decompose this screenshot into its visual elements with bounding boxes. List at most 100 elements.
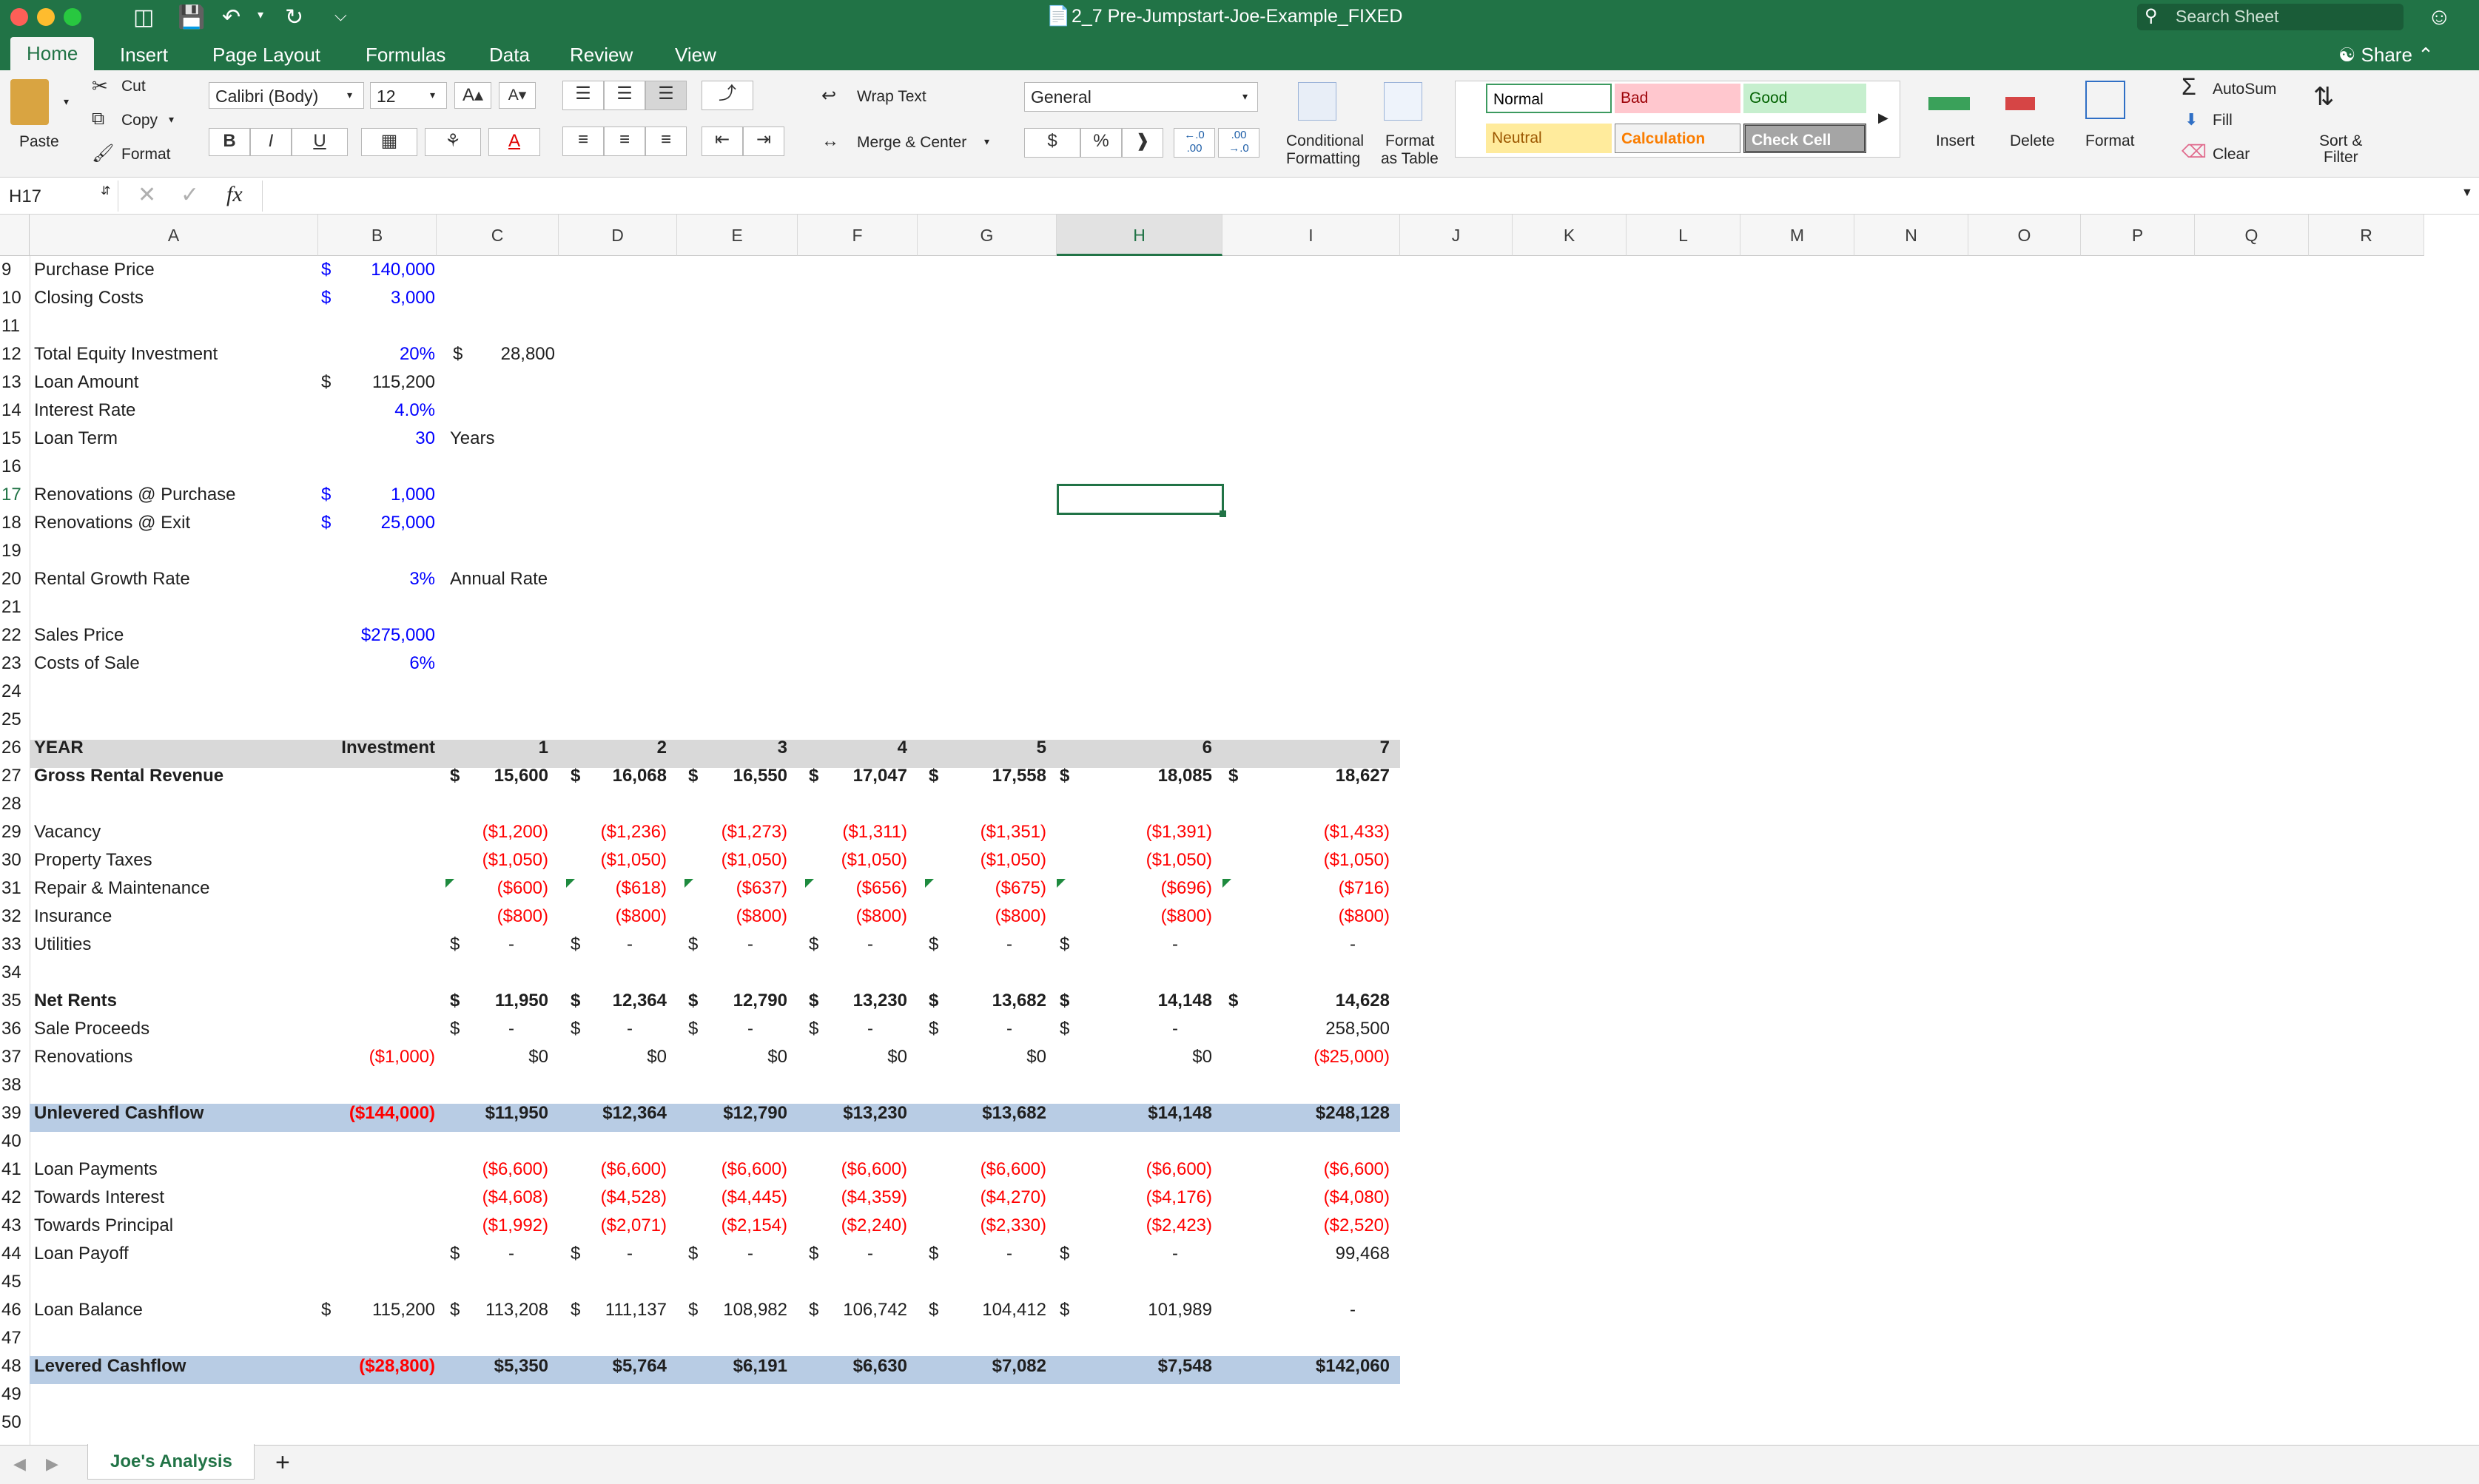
expand-formula-bar-icon[interactable]: ▼ [2461,186,2473,200]
column-header-f[interactable]: F [798,215,918,256]
row-header-43[interactable]: 43 [1,1212,21,1240]
style-normal[interactable]: Normal [1486,84,1612,113]
cell-value[interactable]: 17,558 [935,762,1046,790]
cell-a23[interactable]: Costs of Sale [34,650,140,678]
row-header-48[interactable]: 48 [1,1352,21,1380]
cell-value[interactable]: $7,548 [1101,1352,1212,1380]
insert-cells-button[interactable]: Insert [1936,132,1975,150]
cell-value[interactable]: $12,790 [676,1099,787,1127]
cell-b17[interactable]: 1,000 [324,481,435,509]
row-header-37[interactable]: 37 [1,1043,21,1071]
cell-a41[interactable]: Loan Payments [34,1156,158,1184]
cell-value[interactable]: $6,630 [796,1352,907,1380]
row-header-32[interactable]: 32 [1,903,21,931]
year-header-5[interactable]: 5 [958,734,1046,762]
percent-format-button[interactable]: % [1080,128,1122,158]
cell-value[interactable]: ($1,050) [935,846,1046,874]
row-header-17[interactable]: 17 [1,481,21,509]
cell-b10[interactable]: 3,000 [324,284,435,312]
cell-b20[interactable]: 3% [324,565,435,593]
cell-b12[interactable]: 20% [324,340,435,368]
cell-value[interactable]: 18,085 [1101,762,1212,790]
row-header-40[interactable]: 40 [1,1127,21,1156]
font-name-select[interactable]: Calibri (Body) ▾ [209,82,364,109]
cell-b23[interactable]: 6% [324,650,435,678]
cell-b15[interactable]: 30 [324,425,435,453]
error-indicator-icon[interactable] [445,879,454,888]
cell-value[interactable]: $142,060 [1279,1352,1390,1380]
cell-value[interactable]: ($800) [437,903,548,931]
row-header-21[interactable]: 21 [1,593,21,621]
cell-value[interactable]: - [1067,1015,1178,1043]
row-header-33[interactable]: 33 [1,931,21,959]
insert-function-button[interactable]: fx [226,182,243,207]
conditional-formatting-icon[interactable] [1298,82,1336,121]
customize-toolbar-icon[interactable]: ⌵ [334,6,347,25]
row-header-10[interactable]: 10 [1,284,21,312]
share-button[interactable]: ☯ Share ⌃ [2338,41,2434,69]
cell-a20[interactable]: Rental Growth Rate [34,565,190,593]
year-header-2[interactable]: 2 [578,734,667,762]
insert-cells-icon[interactable] [1928,87,1970,119]
borders-button[interactable]: ▦ [361,128,417,156]
style-neutral[interactable]: Neutral [1486,124,1612,153]
currency-format-button[interactable]: $ [1024,128,1080,158]
row-header-35[interactable]: 35 [1,987,21,1015]
decrease-decimal-button[interactable]: .00 →.0 [1218,128,1259,158]
cell-value[interactable]: ($4,528) [556,1184,667,1212]
copy-icon[interactable]: ⧉ [92,109,104,129]
undo-icon[interactable]: ↶ [222,4,240,30]
cut-button[interactable]: Cut [121,78,146,95]
row-header-50[interactable]: 50 [1,1409,21,1437]
cell-value[interactable]: ($1,236) [556,818,667,846]
align-right-button[interactable]: ≡ [645,127,687,156]
cell-value[interactable]: ($675) [935,874,1046,903]
row-header-9[interactable]: 9 [1,256,11,284]
row-header-44[interactable]: 44 [1,1240,21,1268]
row-header-34[interactable]: 34 [1,959,21,987]
error-indicator-icon[interactable] [1057,879,1066,888]
cell-value[interactable]: ($4,359) [796,1184,907,1212]
merge-center-button[interactable]: Merge & Center [857,134,966,152]
cell-value[interactable]: - [901,931,1012,959]
row-header-22[interactable]: 22 [1,621,21,650]
cell-value[interactable]: ($6,600) [676,1156,787,1184]
cell-value[interactable]: ($1,200) [437,818,548,846]
cell-a15[interactable]: Loan Term [34,425,118,453]
fill-icon[interactable]: ⬇ [2184,110,2198,129]
cell-b26[interactable]: Investment [324,734,435,762]
row-header-25[interactable]: 25 [1,706,21,734]
cell-a42[interactable]: Towards Interest [34,1184,164,1212]
column-header-r[interactable]: R [2309,215,2424,256]
cell-value[interactable]: ($1,050) [556,846,667,874]
cell-value[interactable]: ($1,050) [796,846,907,874]
search-input[interactable]: Search Sheet [2176,7,2278,27]
cell-value[interactable]: ($800) [796,903,907,931]
row-header-26[interactable]: 26 [1,734,21,762]
cell-value[interactable]: $13,682 [935,1099,1046,1127]
bold-button[interactable]: B [209,128,250,156]
cell-value[interactable]: ($25,000) [1279,1043,1390,1071]
row-header-19[interactable]: 19 [1,537,21,565]
cell-value[interactable]: $0 [676,1043,787,1071]
cell-value[interactable]: - [1245,1296,1356,1324]
paste-button[interactable]: Paste [19,133,59,151]
cell-value[interactable]: ($800) [935,903,1046,931]
increase-decimal-button[interactable]: ←.0.00 [1174,128,1215,158]
cell-value[interactable]: 104,412 [935,1296,1046,1324]
column-header-l[interactable]: L [1627,215,1740,256]
cell-value[interactable]: ($6,600) [796,1156,907,1184]
cell-value[interactable]: 101,989 [1101,1296,1212,1324]
increase-indent-button[interactable]: ⇥ [743,127,784,156]
cut-icon[interactable]: ✂ [92,75,108,98]
select-all-corner[interactable] [0,215,30,256]
next-sheet-icon[interactable]: ▶ [46,1454,58,1474]
cell-b46[interactable]: 115,200 [324,1296,435,1324]
cell-value[interactable]: - [1245,931,1356,959]
eraser-icon[interactable]: ⌫ [2182,141,2207,163]
cell-value[interactable]: ($4,176) [1101,1184,1212,1212]
cell-value[interactable]: $0 [556,1043,667,1071]
cell-value[interactable]: ($1,351) [935,818,1046,846]
comma-format-button[interactable]: ❱ [1122,128,1163,158]
row-header-29[interactable]: 29 [1,818,21,846]
